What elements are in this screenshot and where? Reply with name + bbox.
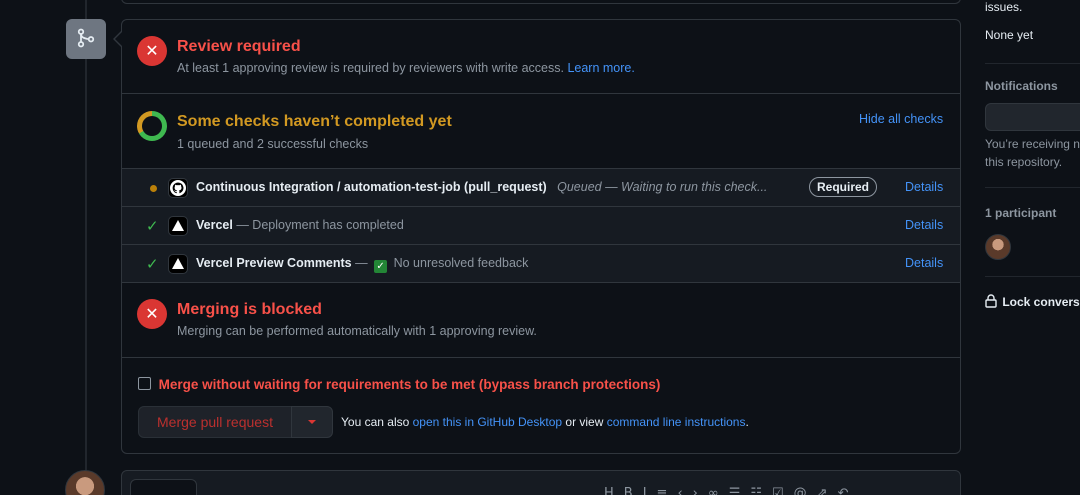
vercel-icon bbox=[168, 254, 188, 274]
green-check-box-icon: ✓ bbox=[374, 260, 388, 273]
check-name: Vercel bbox=[196, 218, 233, 232]
merging-blocked-section: ✕ Merging is blocked Merging can be perf… bbox=[122, 283, 960, 358]
merge-box-pointer-inner bbox=[115, 32, 122, 46]
or-view-text: or view bbox=[565, 415, 604, 429]
participants-heading: 1 participant bbox=[985, 206, 1057, 220]
github-icon bbox=[168, 178, 188, 198]
bullet-list-icon[interactable]: ☰ bbox=[729, 486, 751, 495]
previous-card-edge bbox=[121, 0, 961, 4]
git-merge-icon bbox=[76, 28, 96, 51]
bypass-checkbox[interactable] bbox=[138, 377, 151, 390]
bypass-label[interactable]: Merge without waiting for requirements t… bbox=[159, 377, 661, 392]
sidebar-divider bbox=[985, 63, 1080, 64]
lock-icon bbox=[985, 294, 999, 311]
review-required-section: ✕ Review required At least 1 approving r… bbox=[122, 20, 960, 94]
checks-subtitle: 1 queued and 2 successful checks bbox=[177, 137, 369, 151]
details-link[interactable]: Details bbox=[905, 256, 943, 270]
task-list-icon[interactable]: ☑ bbox=[772, 486, 794, 495]
quote-icon[interactable]: ≡ bbox=[657, 486, 678, 495]
review-required-title: Review required bbox=[177, 38, 301, 55]
tab-write[interactable] bbox=[130, 479, 197, 495]
italic-icon[interactable]: I bbox=[643, 486, 657, 495]
notifications-reason-line-1: You’re receiving n bbox=[985, 137, 1080, 151]
mention-icon[interactable]: @ bbox=[794, 486, 817, 495]
hide-all-checks-link[interactable]: Hide all checks bbox=[859, 112, 943, 126]
vercel-icon bbox=[168, 216, 188, 236]
checks-title: Some checks haven’t completed yet bbox=[177, 113, 452, 130]
bold-icon[interactable]: B bbox=[624, 486, 643, 495]
lock-conversation-button[interactable]: Lock conversa bbox=[985, 294, 1080, 311]
merge-box: ✕ Review required At least 1 approving r… bbox=[115, 19, 961, 454]
x-circle-icon: ✕ bbox=[137, 36, 167, 66]
check-description: No unresolved feedback bbox=[393, 256, 529, 270]
check-description-prefix: — bbox=[355, 256, 368, 270]
details-link[interactable]: Details bbox=[905, 218, 943, 232]
check-row-text: Vercel — Deployment has completed bbox=[196, 218, 404, 232]
timeline-line bbox=[85, 0, 87, 495]
learn-more-link[interactable]: Learn more. bbox=[567, 61, 634, 75]
check-row-text: Vercel Preview Comments — ✓ No unresolve… bbox=[196, 256, 528, 273]
reference-icon[interactable]: ⇗ bbox=[817, 486, 838, 495]
check-name: Continuous Integration / automation-test… bbox=[196, 180, 547, 194]
markdown-toolbar: HBI≡‹›∞☰☷☑@⇗↶ bbox=[604, 486, 858, 495]
suffix-text: . bbox=[745, 415, 749, 429]
details-link[interactable]: Details bbox=[905, 180, 943, 194]
merging-blocked-title: Merging is blocked bbox=[177, 301, 322, 318]
checks-section: Some checks haven’t completed yet 1 queu… bbox=[122, 94, 960, 169]
check-description: — Deployment has completed bbox=[236, 218, 404, 232]
check-row: Continuous Integration / automation-test… bbox=[122, 169, 960, 207]
subscribe-button[interactable] bbox=[985, 103, 1080, 131]
merge-pull-request-button[interactable]: Merge pull request bbox=[138, 406, 292, 438]
queued-dot-icon bbox=[150, 185, 157, 192]
milestone-none-yet: None yet bbox=[985, 28, 1034, 42]
review-required-text: At least 1 approving review is required … bbox=[177, 61, 564, 75]
alternative-merge-text: You can also open this in GitHub Desktop… bbox=[341, 415, 749, 429]
lock-conversation-label: Lock conversa bbox=[1002, 295, 1080, 309]
check-description: Queued — Waiting to run this check... bbox=[557, 180, 768, 194]
merge-method-dropdown[interactable] bbox=[291, 406, 333, 438]
check-row-text: Continuous Integration / automation-test… bbox=[196, 180, 767, 194]
review-required-subtitle: At least 1 approving review is required … bbox=[177, 61, 635, 75]
also-prefix: You can also bbox=[341, 415, 410, 429]
numbered-list-icon[interactable]: ☷ bbox=[750, 486, 772, 495]
command-line-instructions-link[interactable]: command line instructions bbox=[607, 415, 746, 429]
x-circle-icon: ✕ bbox=[137, 299, 167, 329]
sidebar-divider bbox=[985, 276, 1080, 277]
participant-avatar[interactable] bbox=[985, 234, 1011, 260]
merging-blocked-subtitle: Merging can be performed automatically w… bbox=[177, 324, 537, 338]
required-badge: Required bbox=[809, 177, 878, 197]
code-icon[interactable]: ‹› bbox=[677, 486, 707, 495]
check-row: ✓ Vercel Preview Comments — ✓ No unresol… bbox=[122, 245, 960, 283]
sidebar-issues-text: issues. bbox=[985, 0, 1023, 14]
link-icon[interactable]: ∞ bbox=[708, 486, 729, 495]
heading-icon[interactable]: H bbox=[604, 486, 624, 495]
sidebar-divider bbox=[985, 187, 1080, 188]
check-row: ✓ Vercel — Deployment has completed Deta… bbox=[122, 207, 960, 245]
merge-status-badge bbox=[66, 19, 106, 59]
sidebar: issues. None yet Notifications You’re re… bbox=[985, 0, 1080, 495]
check-name: Vercel Preview Comments bbox=[196, 256, 352, 270]
notifications-heading: Notifications bbox=[985, 79, 1058, 93]
check-icon: ✓ bbox=[146, 255, 159, 273]
checks-progress-icon bbox=[137, 111, 167, 141]
github-desktop-link[interactable]: open this in GitHub Desktop bbox=[413, 415, 562, 429]
avatar[interactable] bbox=[65, 470, 105, 495]
check-icon: ✓ bbox=[146, 217, 159, 235]
undo-icon[interactable]: ↶ bbox=[838, 486, 859, 495]
bypass-row: Merge without waiting for requirements t… bbox=[138, 377, 660, 392]
notifications-reason-line-2: this repository. bbox=[985, 155, 1063, 169]
